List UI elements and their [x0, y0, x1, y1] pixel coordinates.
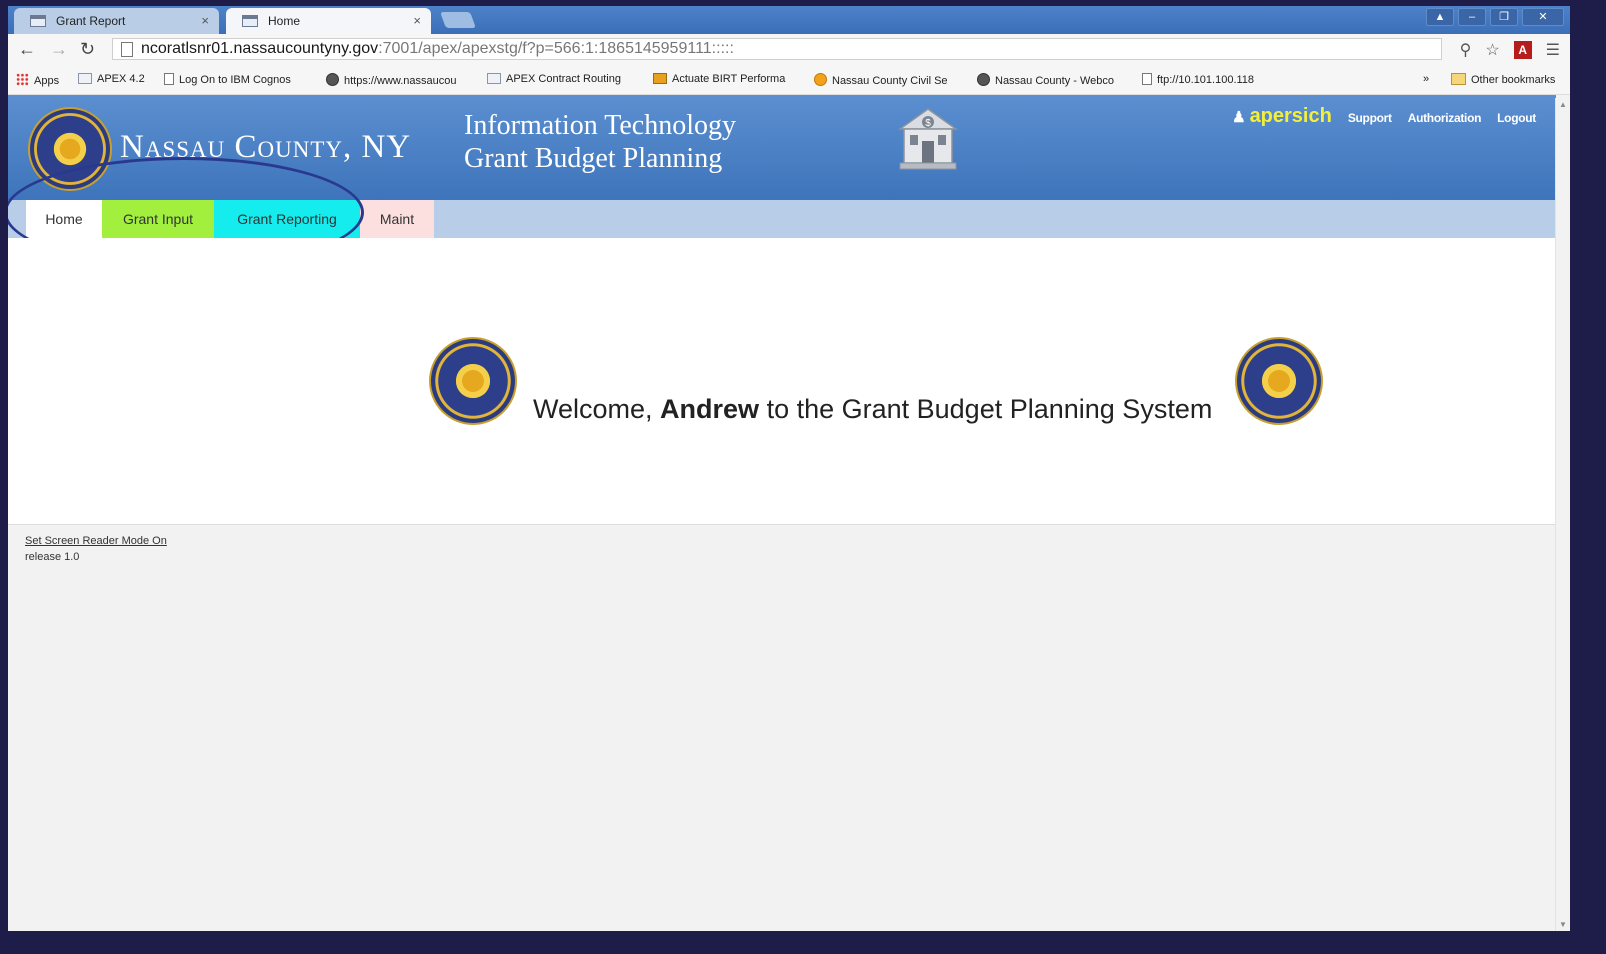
- bookmark-label: Nassau County Civil Se: [832, 75, 948, 87]
- tab-grant-reporting[interactable]: Grant Reporting: [214, 200, 360, 238]
- screen-reader-mode-link[interactable]: Set Screen Reader Mode On: [25, 535, 167, 547]
- bookmark-label: Log On to IBM Cognos: [179, 74, 291, 86]
- main-nav: Home Grant Input Grant Reporting Maint: [8, 200, 1556, 238]
- bookmarks-bar: Apps APEX 4.2 Log On to IBM Cognos https…: [8, 66, 1570, 95]
- bookmark-apps[interactable]: Apps: [16, 73, 59, 87]
- reload-icon[interactable]: ↻: [80, 39, 95, 60]
- window-icon: [487, 73, 501, 84]
- app-header: Nassau County, NY Information Technology…: [8, 95, 1556, 200]
- support-link[interactable]: Support: [1348, 111, 1392, 125]
- logout-link[interactable]: Logout: [1497, 111, 1536, 125]
- county-name: Nassau County, NY: [120, 129, 412, 165]
- globe-icon: [977, 73, 990, 86]
- welcome-message: Welcome, Andrew to the Grant Budget Plan…: [533, 394, 1212, 425]
- app-title: Information Technology Grant Budget Plan…: [464, 109, 736, 175]
- scroll-up-icon[interactable]: ▲: [1559, 100, 1567, 109]
- release-version: release 1.0: [25, 551, 80, 563]
- close-window-button[interactable]: ✕: [1522, 8, 1564, 26]
- bookmark-cognos[interactable]: Log On to IBM Cognos: [164, 73, 291, 86]
- browser-toolbar: ← → ↻ ncoratlsnr01.nassaucountyny.gov:70…: [8, 34, 1570, 66]
- url-path: :7001/apex/apexstg/f?p=566:1:18651459591…: [378, 40, 734, 57]
- nassau-county-seal-logo: [28, 107, 112, 191]
- apps-icon: [16, 73, 29, 86]
- browser-window: Grant Report × Home × ▲ – ❐ ✕ ← → ↻ ncor…: [8, 6, 1570, 931]
- user-profile-button[interactable]: ▲: [1426, 8, 1454, 26]
- bookmark-label: Apps: [34, 75, 60, 87]
- tab-home[interactable]: Home: [26, 200, 102, 238]
- bookmark-webco[interactable]: Nassau County - Webco: [977, 73, 1114, 87]
- nassau-county-seal-left: [429, 337, 517, 425]
- bookmark-apex[interactable]: APEX 4.2: [78, 73, 145, 85]
- url-host: ncoratlsnr01.nassaucountyny.gov: [141, 40, 379, 57]
- app-title-line1: Information Technology: [464, 110, 737, 141]
- forward-arrow-icon[interactable]: →: [50, 39, 68, 60]
- bank-building-icon: $: [897, 108, 959, 170]
- back-arrow-icon[interactable]: ←: [18, 39, 36, 60]
- bookmarks-overflow-button[interactable]: »: [1423, 73, 1429, 85]
- pdf-extension-icon[interactable]: A: [1513, 41, 1532, 59]
- page-scrollbar[interactable]: ▲ ▼: [1555, 98, 1570, 931]
- welcome-user-name: Andrew: [660, 394, 760, 424]
- username-link[interactable]: ♟ apersich: [1232, 105, 1332, 128]
- app-title-line2: Grant Budget Planning: [464, 143, 723, 174]
- bookmark-label: APEX Contract Routing: [506, 73, 621, 85]
- authorization-link[interactable]: Authorization: [1408, 111, 1482, 125]
- globe-icon: [326, 73, 339, 86]
- window-icon: [78, 73, 92, 84]
- welcome-prefix: Welcome,: [533, 394, 661, 424]
- bookmark-label: Other bookmarks: [1471, 74, 1556, 86]
- page-favicon-icon: [242, 15, 258, 27]
- svg-text:$: $: [925, 118, 931, 129]
- other-bookmarks[interactable]: Other bookmarks: [1451, 73, 1555, 86]
- tab-label: Home: [268, 14, 301, 28]
- bookmark-apex-contract[interactable]: APEX Contract Routing: [487, 73, 621, 85]
- scroll-down-icon[interactable]: ▼: [1559, 920, 1567, 929]
- browser-titlebar: Grant Report × Home × ▲ – ❐ ✕: [8, 6, 1570, 34]
- nassau-county-seal-right: [1235, 337, 1323, 425]
- user-icon: ♟: [1232, 109, 1246, 126]
- page-icon: [164, 73, 174, 85]
- bookmark-ftp[interactable]: ftp://10.101.100.118: [1142, 73, 1254, 86]
- tab-close-icon[interactable]: ×: [413, 13, 421, 28]
- username-label: apersich: [1249, 105, 1332, 127]
- key-icon[interactable]: ⚲: [1460, 40, 1472, 60]
- main-content: Welcome, Andrew to the Grant Budget Plan…: [8, 238, 1556, 525]
- birt-icon: [653, 73, 667, 84]
- bookmark-label: ftp://10.101.100.118: [1157, 74, 1255, 86]
- toolbar-actions: ⚲ ☆ A ☰: [1460, 40, 1560, 60]
- browser-tab-home[interactable]: Home ×: [226, 8, 431, 34]
- civil-service-icon: [814, 73, 827, 86]
- bookmark-civil-service[interactable]: Nassau County Civil Se: [814, 73, 948, 87]
- tab-label: Grant Report: [56, 14, 126, 28]
- page-favicon-icon: [30, 15, 46, 27]
- window-controls: ▲ – ❐ ✕: [1426, 8, 1564, 26]
- bookmark-star-icon[interactable]: ☆: [1485, 40, 1499, 60]
- page-footer: Set Screen Reader Mode On release 1.0: [25, 535, 167, 563]
- bookmark-label: APEX 4.2: [97, 73, 145, 85]
- bookmark-label: Nassau County - Webco: [995, 75, 1115, 87]
- page-icon: [1142, 73, 1152, 85]
- bookmark-label: https://www.nassaucou: [344, 75, 457, 87]
- user-area: ♟ apersich Support Authorization Logout: [1232, 105, 1536, 128]
- page-icon: [121, 42, 133, 57]
- bookmark-nassaucou[interactable]: https://www.nassaucou: [326, 73, 457, 87]
- folder-icon: [1451, 73, 1466, 85]
- tab-close-icon[interactable]: ×: [201, 13, 209, 28]
- bookmark-label: Actuate BIRT Performa: [672, 73, 786, 85]
- new-tab-button[interactable]: [440, 12, 476, 28]
- address-bar[interactable]: ncoratlsnr01.nassaucountyny.gov:7001/ape…: [112, 38, 1442, 60]
- welcome-suffix: to the Grant Budget Planning System: [759, 394, 1213, 424]
- bookmark-birt[interactable]: Actuate BIRT Performa: [653, 73, 785, 85]
- restore-button[interactable]: ❐: [1490, 8, 1518, 26]
- tab-maint[interactable]: Maint: [360, 200, 434, 238]
- menu-icon[interactable]: ☰: [1546, 40, 1560, 60]
- minimize-button[interactable]: –: [1458, 8, 1486, 26]
- tab-grant-input[interactable]: Grant Input: [102, 200, 214, 238]
- browser-tab-grant-report[interactable]: Grant Report ×: [14, 8, 219, 34]
